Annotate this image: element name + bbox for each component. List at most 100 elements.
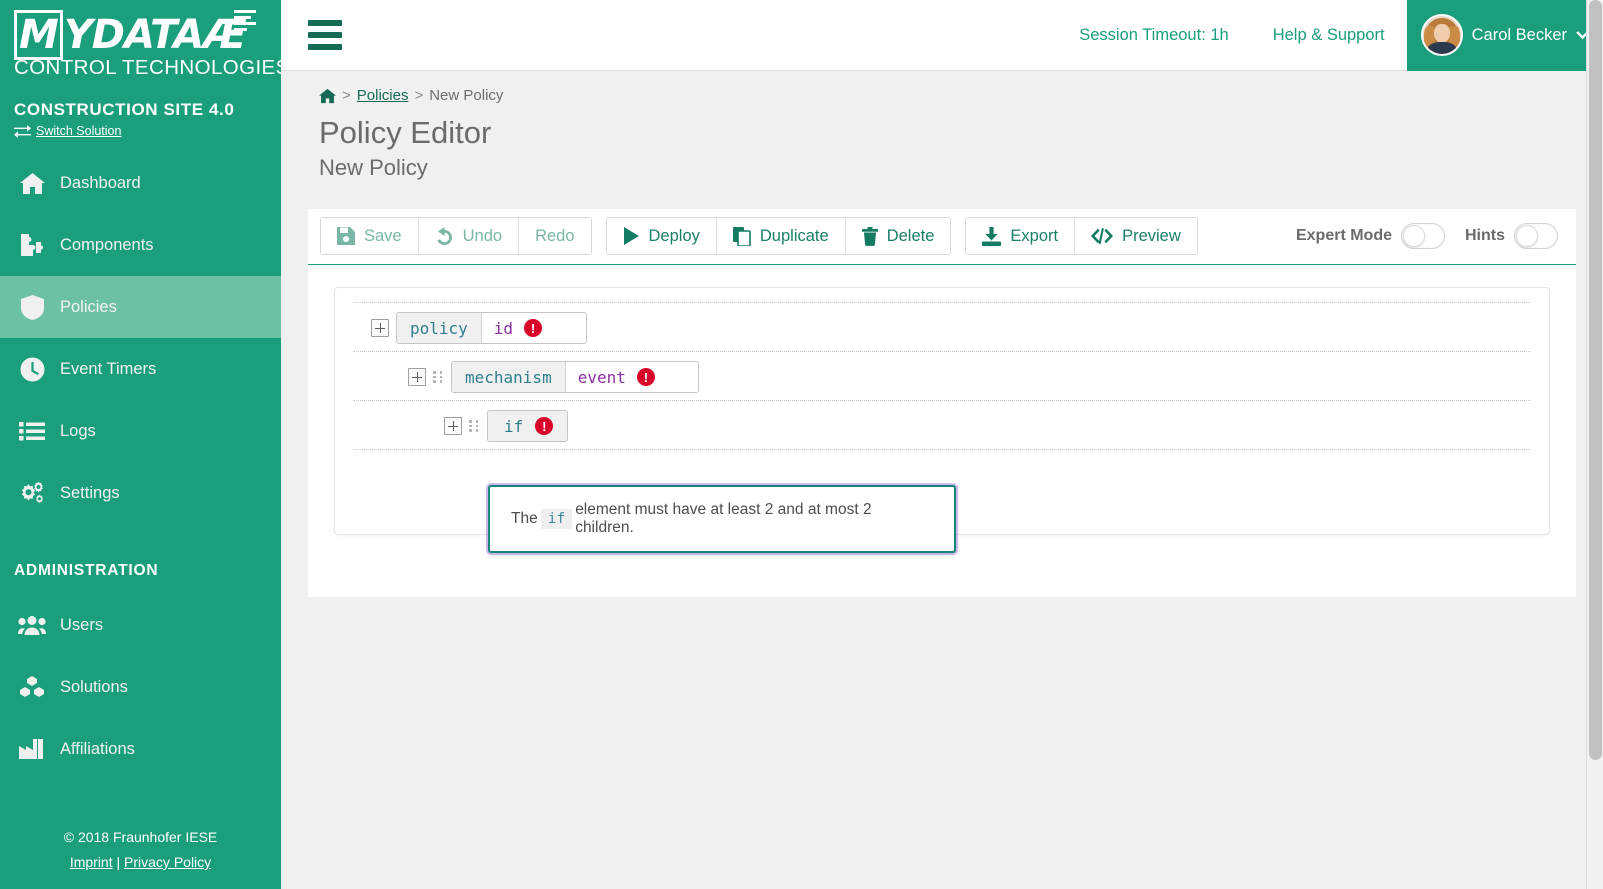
sidebar-item-label: Logs xyxy=(60,421,96,440)
sidebar-item-label: Components xyxy=(60,235,154,254)
tooltip-text-before: The xyxy=(511,510,538,527)
admin-section-header: ADMINISTRATION xyxy=(14,562,159,579)
trash-icon xyxy=(861,226,878,246)
delete-button[interactable]: Delete xyxy=(845,218,951,254)
node-tag-label: if xyxy=(504,416,524,436)
home-icon xyxy=(18,170,46,196)
sidebar-item-settings[interactable]: Settings xyxy=(0,462,281,524)
copyright-text: © 2018 Fraunhofer IESE xyxy=(63,829,218,845)
node-attribute-label: event xyxy=(577,367,626,387)
help-support-link[interactable]: Help & Support xyxy=(1251,26,1407,45)
validation-tooltip: The if element must have at least 2 and … xyxy=(488,485,956,553)
expand-toggle-if[interactable] xyxy=(444,417,462,435)
toolbar-button-label: Save xyxy=(364,226,402,245)
toolbar-group-history: Save Undo Redo xyxy=(320,217,592,255)
brand-logo[interactable]: M YDATAÆ CONTROL TECHNOLOGIES xyxy=(0,0,281,80)
page-scrollbar[interactable] xyxy=(1586,0,1603,889)
sidebar-item-dashboard[interactable]: Dashboard xyxy=(0,152,281,214)
preview-button[interactable]: Preview xyxy=(1075,218,1197,254)
node-tag-label: policy xyxy=(397,313,482,343)
toolbar-button-label: Delete xyxy=(886,226,935,245)
logo-wordmark: M YDATAÆ xyxy=(14,10,267,60)
hamburger-menu-icon[interactable] xyxy=(308,20,342,50)
floppy-disk-icon xyxy=(337,227,355,245)
shield-icon xyxy=(18,294,46,320)
toolbar-toggles: Expert Mode Hints xyxy=(1296,223,1564,249)
app-root: M YDATAÆ CONTROL TECHNOLOGIES CONSTRUCTIO… xyxy=(0,0,1603,889)
imprint-link[interactable]: Imprint xyxy=(70,854,113,870)
expand-toggle-policy[interactable] xyxy=(371,319,389,337)
policy-tree: policy id ! mechanism event ! if ! The i… xyxy=(334,287,1550,553)
page-content: > Policies > New Policy Policy Editor Ne… xyxy=(281,71,1603,889)
user-menu[interactable]: Carol Becker xyxy=(1406,0,1603,71)
factory-icon xyxy=(18,736,46,762)
sidebar-item-policies[interactable]: Policies xyxy=(0,276,281,338)
toolbar-group-export: Export Preview xyxy=(965,217,1198,255)
toolbar-button-label: Undo xyxy=(462,226,503,245)
home-icon[interactable] xyxy=(319,88,336,104)
user-name-label: Carol Becker xyxy=(1471,25,1567,44)
users-icon xyxy=(18,612,46,638)
drag-handle-icon[interactable] xyxy=(433,369,443,385)
toolbar-button-label: Duplicate xyxy=(759,226,829,245)
policy-node[interactable]: policy id ! xyxy=(396,312,588,344)
hints-label: Hints xyxy=(1465,227,1505,244)
breadcrumb-separator: > xyxy=(414,87,424,104)
admin-nav: Users Solutions Affiliations xyxy=(0,594,281,780)
breadcrumb-policies-link[interactable]: Policies xyxy=(357,87,409,104)
error-badge[interactable]: ! xyxy=(636,368,655,386)
privacy-policy-link[interactable]: Privacy Policy xyxy=(124,854,211,870)
tooltip-text-after: element must have at least 2 and at most… xyxy=(575,501,872,536)
page-subtitle: New Policy xyxy=(319,155,428,180)
play-triangle-icon xyxy=(623,227,639,245)
policy-editor-panel: Save Undo Redo Deploy Duplicate Delete E… xyxy=(308,209,1576,597)
code-brackets-icon xyxy=(1091,228,1114,244)
export-button[interactable]: Export xyxy=(966,218,1076,254)
tree-row: mechanism event ! xyxy=(353,351,1531,400)
copy-icon xyxy=(732,226,751,246)
tree-row: policy id ! xyxy=(353,302,1531,351)
clock-icon xyxy=(18,356,46,382)
sidebar-item-solutions[interactable]: Solutions xyxy=(0,656,281,718)
tooltip-code: if xyxy=(540,509,573,529)
tree-row: if ! xyxy=(353,400,1531,449)
page-title: Policy Editor xyxy=(319,115,492,150)
deploy-button[interactable]: Deploy xyxy=(606,218,717,254)
error-badge[interactable]: ! xyxy=(524,319,543,337)
hints-toggle[interactable] xyxy=(1514,223,1558,249)
toolbar-button-label: Redo xyxy=(535,226,575,245)
breadcrumb-current: New Policy xyxy=(429,87,504,104)
top-bar-right: Session Timeout: 1h Help & Support Carol… xyxy=(1057,0,1603,71)
switch-solution-link[interactable]: Switch Solution xyxy=(0,120,281,138)
save-button[interactable]: Save xyxy=(321,218,419,254)
node-attribute[interactable]: id ! xyxy=(481,313,554,343)
duplicate-button[interactable]: Duplicate xyxy=(716,218,846,254)
expand-toggle-mechanism[interactable] xyxy=(408,368,426,386)
sidebar-item-users[interactable]: Users xyxy=(0,594,281,656)
undo-button[interactable]: Undo xyxy=(418,218,520,254)
toolbar-button-label: Export xyxy=(1010,226,1059,245)
sidebar-item-components[interactable]: Components xyxy=(0,214,281,276)
logo-tagline: CONTROL TECHNOLOGIES xyxy=(14,56,281,79)
expert-mode-toggle[interactable] xyxy=(1401,223,1445,249)
sidebar-item-event-timers[interactable]: Event Timers xyxy=(0,338,281,400)
sidebar-item-label: Settings xyxy=(60,483,120,502)
node-tag-label-group: if ! xyxy=(488,411,568,441)
expert-mode-label: Expert Mode xyxy=(1295,227,1392,244)
sidebar-item-logs[interactable]: Logs xyxy=(0,400,281,462)
mechanism-node[interactable]: mechanism event ! xyxy=(451,361,699,393)
redo-button[interactable]: Redo xyxy=(519,218,591,254)
node-attribute-label: id xyxy=(493,318,514,338)
toolbar-button-label: Preview xyxy=(1122,226,1181,245)
node-attribute[interactable]: event ! xyxy=(565,362,666,392)
scrollbar-thumb[interactable] xyxy=(1589,0,1602,760)
if-node[interactable]: if ! xyxy=(487,410,569,442)
switch-solution-label: Switch Solution xyxy=(36,124,122,138)
drag-handle-icon[interactable] xyxy=(469,418,479,434)
expert-mode-toggle-wrap: Expert Mode xyxy=(1296,223,1445,249)
sidebar: M YDATAÆ CONTROL TECHNOLOGIES CONSTRUCTIO… xyxy=(0,0,281,889)
error-badge[interactable]: ! xyxy=(535,417,554,435)
sidebar-item-affiliations[interactable]: Affiliations xyxy=(0,718,281,780)
sidebar-item-label: Solutions xyxy=(60,677,128,696)
node-tail xyxy=(553,313,587,343)
